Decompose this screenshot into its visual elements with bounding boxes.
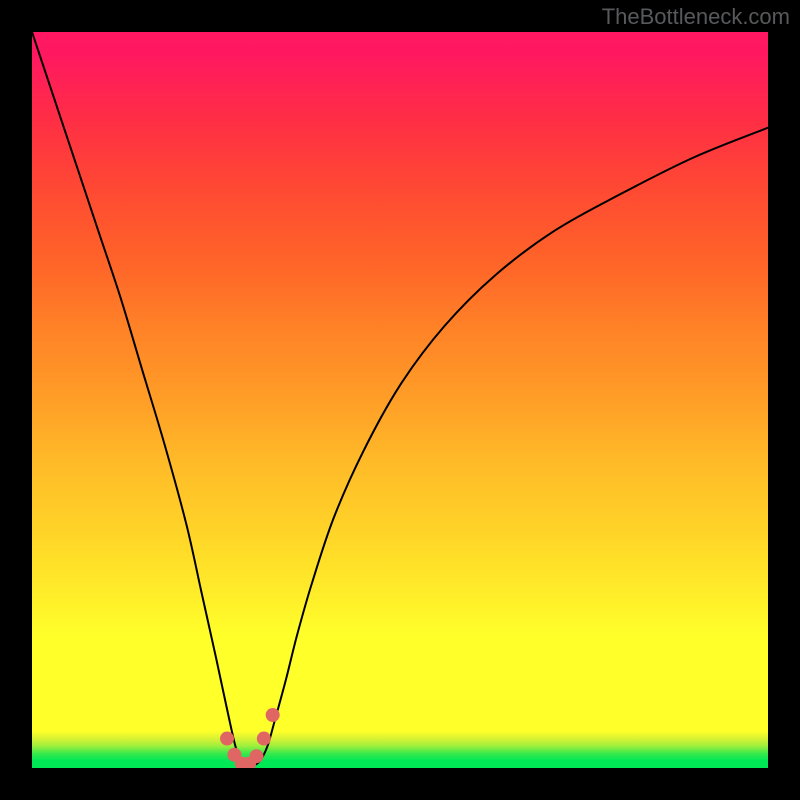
marker-dot	[257, 732, 271, 746]
plot-area	[32, 32, 768, 768]
marker-dot	[220, 732, 234, 746]
bottleneck-curve	[32, 32, 768, 767]
marker-dot	[249, 749, 263, 763]
watermark-text: TheBottleneck.com	[602, 4, 790, 30]
chart-frame: TheBottleneck.com	[0, 0, 800, 800]
curve-layer	[32, 32, 768, 768]
marker-dot	[266, 708, 280, 722]
